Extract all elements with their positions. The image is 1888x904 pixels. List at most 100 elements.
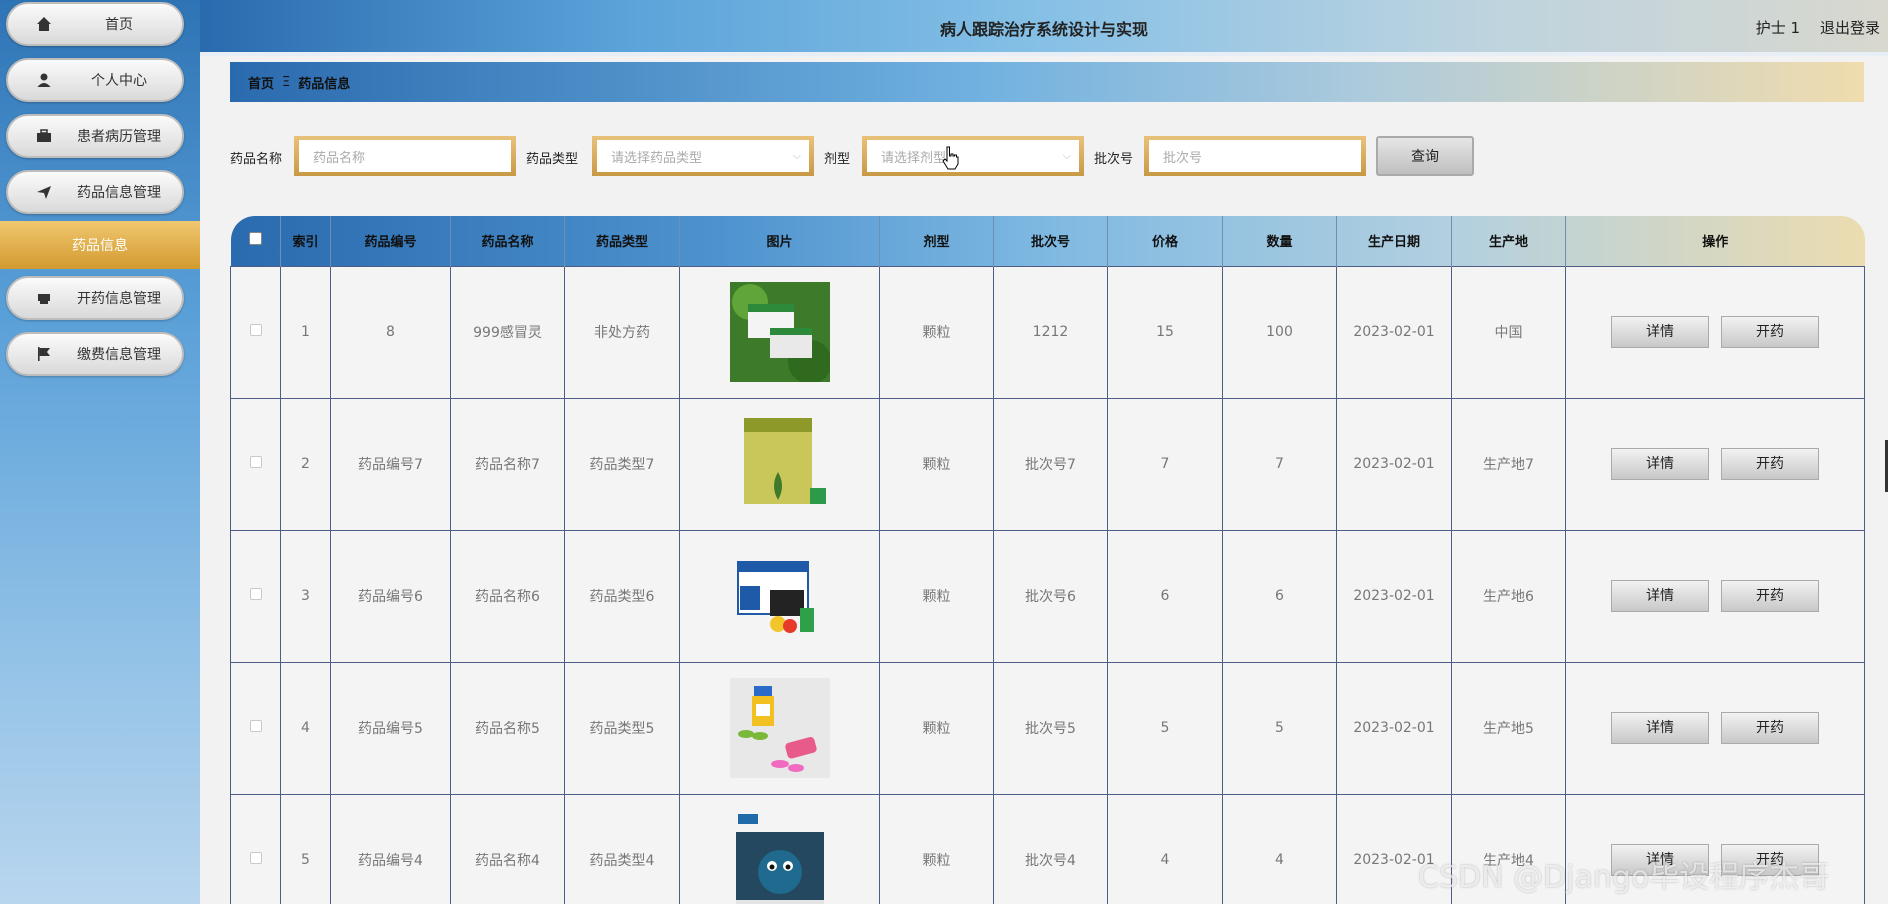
flag-icon <box>34 344 54 364</box>
drug-type-placeholder: 请选择药品类型 <box>611 150 703 166</box>
cell-batch: 批次号7 <box>993 397 1108 531</box>
cell-index: 1 <box>280 265 331 399</box>
column-header: 图片 <box>679 216 880 266</box>
detail-button[interactable]: 详情 <box>1611 580 1709 612</box>
breadcrumb-home[interactable]: 首页 <box>248 73 274 92</box>
cell-dosage-form: 颗粒 <box>879 661 994 795</box>
detail-button[interactable]: 详情 <box>1611 712 1709 744</box>
cell-origin: 生产地7 <box>1451 397 1566 531</box>
row-checkbox[interactable] <box>230 265 281 399</box>
select-all-checkbox[interactable] <box>230 216 281 266</box>
batch-label: 批次号 <box>1094 152 1134 167</box>
cell-quantity: 7 <box>1222 397 1337 531</box>
column-header: 操作 <box>1702 235 1729 251</box>
cell-drug-type: 药品类型6 <box>564 529 680 663</box>
cell-drug-type: 非处方药 <box>564 265 680 399</box>
column-header: 批次号 <box>993 216 1108 266</box>
cell-price: 7 <box>1107 397 1223 531</box>
current-user: 护士 1 <box>1755 19 1800 37</box>
sidebar-item-drug-management[interactable]: 药品信息管理 <box>6 170 184 214</box>
cell-price: 15 <box>1107 265 1223 399</box>
dosage-form-select[interactable]: 请选择剂型 ⌵ <box>862 136 1084 176</box>
cell-actions: 详情 开药 <box>1565 397 1865 531</box>
sidebar-subitem-drug-info[interactable]: 药品信息 <box>0 221 200 269</box>
drug-name-label: 药品名称 <box>230 152 283 167</box>
row-checkbox[interactable] <box>230 793 281 904</box>
cell-drug-code: 药品编号7 <box>330 397 451 531</box>
table-row: 2 药品编号7 药品名称7 药品类型7 颗粒 批次号7 7 7 2023-02-01 生产地7 详情… <box>230 397 1865 531</box>
sidebar-item-patient-records[interactable]: 患者病历管理 <box>6 114 184 158</box>
cell-production-date: 2023-02-01 <box>1336 529 1452 663</box>
column-header: 生产地 <box>1451 216 1566 266</box>
cell-drug-code: 药品编号5 <box>330 661 451 795</box>
cell-drug-name: 药品名称5 <box>450 661 565 795</box>
column-header: 药品编号 <box>330 216 451 266</box>
cell-production-date: 2023-02-01 <box>1336 265 1452 399</box>
cell-batch: 批次号5 <box>993 661 1108 795</box>
cell-batch: 批次号6 <box>993 529 1108 663</box>
cell-origin: 中国 <box>1451 265 1566 399</box>
cell-image <box>679 265 880 399</box>
cell-image <box>679 397 880 531</box>
breadcrumb-current: 药品信息 <box>298 76 351 92</box>
sidebar: 首页 个人中心 患者病历管理 药品信息管理 药品信息 开药信息管理 缴费信息管理 <box>0 0 200 904</box>
column-header: 药品名称 <box>450 216 565 266</box>
user-icon <box>34 70 54 90</box>
cell-quantity: 6 <box>1222 529 1337 663</box>
batch-placeholder: 批次号 <box>1163 150 1203 166</box>
drug-name-input[interactable]: 药品名称 <box>294 136 516 176</box>
detail-button[interactable]: 详情 <box>1611 316 1709 348</box>
cell-production-date: 2023-02-01 <box>1336 397 1452 531</box>
cell-quantity: 100 <box>1222 265 1337 399</box>
column-header: 生产日期 <box>1336 216 1452 266</box>
row-checkbox[interactable] <box>230 397 281 531</box>
row-checkbox[interactable] <box>230 661 281 795</box>
cell-dosage-form: 颗粒 <box>879 793 994 904</box>
column-header: 价格 <box>1107 216 1223 266</box>
logout-link[interactable]: 退出登录 <box>1820 17 1880 38</box>
prescribe-button[interactable]: 开药 <box>1721 712 1819 744</box>
table-header-row: 索引 药品编号 药品名称 药品类型 图片 剂型 批次号 价格 数量 生产日期 生… <box>230 216 1865 266</box>
cell-drug-name: 药品名称6 <box>450 529 565 663</box>
drug-type-select[interactable]: 请选择药品类型 ⌵ <box>592 136 814 176</box>
drug-image <box>729 546 830 646</box>
column-header: 剂型 <box>879 216 994 266</box>
sidebar-item-prescription-management[interactable]: 开药信息管理 <box>6 276 184 320</box>
drug-name-placeholder: 药品名称 <box>313 150 366 166</box>
cell-index: 2 <box>280 397 331 531</box>
cell-dosage-form: 颗粒 <box>879 397 994 531</box>
cell-production-date: 2023-02-01 <box>1336 661 1452 795</box>
chevron-down-icon: ⌵ <box>1062 149 1071 162</box>
query-button[interactable]: 查询 <box>1376 136 1474 176</box>
cell-drug-name: 药品名称4 <box>450 793 565 904</box>
cell-price: 5 <box>1107 661 1223 795</box>
printer-icon <box>34 288 54 308</box>
sidebar-item-home[interactable]: 首页 <box>6 2 184 46</box>
column-header: 索引 <box>280 216 331 266</box>
prescribe-button[interactable]: 开药 <box>1721 448 1819 480</box>
batch-input[interactable]: 批次号 <box>1144 136 1366 176</box>
detail-button[interactable]: 详情 <box>1611 448 1709 480</box>
cell-image <box>679 661 880 795</box>
row-checkbox[interactable] <box>230 529 281 663</box>
breadcrumb: 首页 Ξ 药品信息 <box>230 62 1864 102</box>
cell-actions: 详情 开药 <box>1565 265 1865 399</box>
cell-image <box>679 529 880 663</box>
cell-actions: 详情 开药 <box>1565 661 1865 795</box>
dosage-form-placeholder: 请选择剂型 <box>881 150 947 166</box>
cell-drug-type: 药品类型5 <box>564 661 680 795</box>
cell-drug-type: 药品类型7 <box>564 397 680 531</box>
breadcrumb-separator: Ξ <box>282 74 291 90</box>
cell-dosage-form: 颗粒 <box>879 529 994 663</box>
sidebar-item-payment-management[interactable]: 缴费信息管理 <box>6 332 184 376</box>
prescribe-button[interactable]: 开药 <box>1721 316 1819 348</box>
cell-price: 6 <box>1107 529 1223 663</box>
cell-quantity: 4 <box>1222 793 1337 904</box>
prescribe-button[interactable]: 开药 <box>1721 580 1819 612</box>
drug-type-label: 药品类型 <box>526 152 579 167</box>
dosage-form-label: 剂型 <box>824 152 851 167</box>
cell-drug-code: 药品编号6 <box>330 529 451 663</box>
cell-drug-name: 药品名称7 <box>450 397 565 531</box>
cell-dosage-form: 颗粒 <box>879 265 994 399</box>
sidebar-item-personal-center[interactable]: 个人中心 <box>6 58 184 102</box>
